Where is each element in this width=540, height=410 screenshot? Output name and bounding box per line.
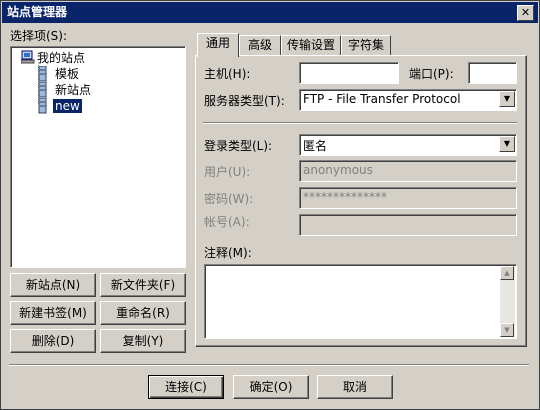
comment-textarea[interactable]: ▲ ▼ (204, 264, 517, 339)
port-label: 端口(P): (409, 67, 454, 81)
select-label: 选择项(S): (10, 29, 68, 43)
new-bookmark-button[interactable]: 新建书签(M) (10, 301, 96, 325)
connect-button[interactable]: 连接(C) (148, 375, 224, 399)
tab-transfer-settings[interactable]: 传输设置 (281, 35, 341, 55)
site-manager-window: 站点管理器 ✕ 选择项(S): 我的站点 模板 新站点 new 新站点(N) 新… (0, 0, 540, 410)
chevron-down-icon[interactable]: ▼ (499, 136, 515, 152)
server-icon (38, 66, 47, 82)
ok-button[interactable]: 确定(O) (233, 375, 309, 399)
server-type-label: 服务器类型(T): (204, 94, 285, 108)
comment-label: 注释(M): (204, 246, 252, 260)
password-field[interactable]: ************** (299, 187, 517, 209)
user-field[interactable]: anonymous (299, 160, 517, 182)
tree-item-template[interactable]: 模板 (55, 67, 79, 81)
scroll-down-icon[interactable]: ▼ (500, 323, 514, 337)
delete-button[interactable]: 删除(D) (10, 329, 96, 353)
comment-scrollbar[interactable]: ▲ ▼ (500, 266, 515, 337)
login-type-label: 登录类型(L): (204, 139, 273, 153)
new-site-button[interactable]: 新站点(N) (10, 273, 96, 297)
password-value: ************** (303, 190, 387, 204)
tree-item-new-site[interactable]: 新站点 (55, 83, 91, 97)
port-field[interactable] (468, 62, 517, 84)
new-folder-button[interactable]: 新文件夹(F) (100, 273, 186, 297)
rename-button[interactable]: 重命名(R) (100, 301, 186, 325)
password-label: 密码(W): (204, 192, 254, 206)
title-bar[interactable]: 站点管理器 ✕ (2, 2, 538, 23)
host-label: 主机(H): (204, 67, 251, 81)
user-label: 用户(U): (204, 165, 251, 179)
account-label: 帐号(A): (204, 215, 250, 229)
tree-item-new[interactable]: new (53, 99, 82, 113)
server-type-value: FTP - File Transfer Protocol (303, 92, 461, 106)
tab-charset[interactable]: 字符集 (341, 35, 391, 55)
server-icon (38, 98, 47, 114)
tree-item-new-label: new (53, 99, 82, 113)
tab-general[interactable]: 通用 (197, 33, 239, 57)
account-field[interactable] (299, 214, 517, 236)
host-field[interactable] (299, 62, 399, 84)
close-button[interactable]: ✕ (517, 5, 534, 21)
server-type-select[interactable]: FTP - File Transfer Protocol ▼ (299, 89, 517, 111)
user-value: anonymous (303, 163, 373, 177)
login-type-value: 匿名 (303, 139, 328, 153)
site-tree[interactable]: 我的站点 模板 新站点 new (10, 46, 186, 268)
tree-item-my-sites[interactable]: 我的站点 (37, 51, 85, 65)
scroll-up-icon[interactable]: ▲ (500, 266, 514, 280)
copy-button[interactable]: 复制(Y) (100, 329, 186, 353)
separator (203, 122, 517, 124)
server-icon (38, 82, 47, 98)
computer-icon (21, 50, 35, 64)
chevron-down-icon[interactable]: ▼ (499, 91, 515, 107)
footer-separator (9, 364, 529, 366)
window-title: 站点管理器 (7, 5, 68, 19)
login-type-select[interactable]: 匿名 ▼ (299, 134, 517, 156)
cancel-button[interactable]: 取消 (317, 375, 393, 399)
tab-advanced[interactable]: 高级 (239, 35, 281, 55)
